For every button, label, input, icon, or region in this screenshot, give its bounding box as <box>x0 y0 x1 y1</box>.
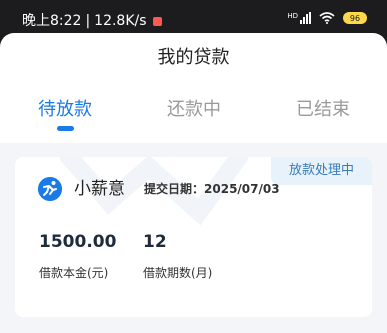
status-badge: 放款处理中 <box>270 157 372 185</box>
active-tab-indicator <box>57 126 74 131</box>
submit-date-value: 2025/07/03 <box>204 182 280 196</box>
tab-pending[interactable]: 待放款 <box>38 99 92 121</box>
network-speed: 12.8K/s <box>94 13 147 29</box>
status-separator: | <box>85 13 91 29</box>
signal-icon <box>300 12 311 24</box>
loan-tabs: 待放款 还款中 已结束 <box>0 99 387 129</box>
principal-value: 1500.00 <box>39 232 117 252</box>
loan-card[interactable]: 放款处理中 小薪意 提交日期：2025/07/03 1500.00 借款本金(元… <box>15 157 372 317</box>
term-value: 12 <box>143 232 167 252</box>
tab-finished[interactable]: 已结束 <box>296 99 350 121</box>
page-title: 我的贷款 <box>157 47 230 68</box>
status-right: HD 96 <box>287 12 367 24</box>
brand-name: 小薪意 <box>74 179 125 199</box>
status-time: 晚上8:22 <box>22 13 82 29</box>
status-left: 晚上8:22 | 12.8K/s <box>22 12 162 30</box>
principal-label: 借款本金(元) <box>39 266 109 280</box>
battery-icon: 96 <box>343 12 367 24</box>
loan-list: 放款处理中 小薪意 提交日期：2025/07/03 1500.00 借款本金(元… <box>0 143 387 333</box>
term-label: 借款期数(月) <box>143 266 213 280</box>
tab-repaying[interactable]: 还款中 <box>167 99 221 121</box>
submit-date: 提交日期：2025/07/03 <box>144 181 280 197</box>
runner-logo-icon <box>38 177 62 201</box>
loan-sheet: 我的贷款 待放款 还款中 已结束 放款处理中 小薪意 提交日期：2025/07/… <box>0 33 387 333</box>
wifi-icon <box>319 12 335 24</box>
battery-level: 96 <box>349 13 361 23</box>
submit-date-label: 提交日期： <box>144 182 205 196</box>
recording-icon <box>152 16 162 26</box>
hd-label: HD <box>287 12 298 20</box>
